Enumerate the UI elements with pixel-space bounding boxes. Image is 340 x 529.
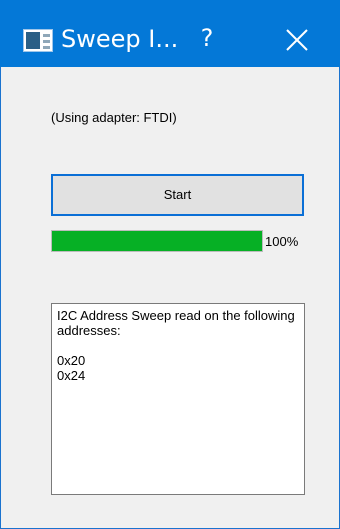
application-window-icon [23, 29, 53, 52]
dialog-content: (Using adapter: FTDI) Start 100% I2C Add… [1, 67, 339, 528]
window-title: Sweep I... [61, 25, 179, 53]
help-button[interactable]: ? [192, 20, 222, 56]
sweep-output-textbox[interactable]: I2C Address Sweep read on the following … [51, 303, 305, 495]
start-button[interactable]: Start [51, 174, 304, 216]
title-bar[interactable]: Sweep I... ? [0, 0, 340, 67]
progress-bar [51, 230, 263, 252]
close-icon [286, 29, 308, 51]
progress-percent-label: 100% [265, 234, 299, 249]
close-button[interactable] [279, 22, 315, 58]
adapter-label: (Using adapter: FTDI) [51, 110, 177, 125]
progress-bar-fill [52, 231, 262, 251]
sweep-dialog-window: Sweep I... ? (Using adapter: FTDI) Start… [0, 0, 340, 529]
